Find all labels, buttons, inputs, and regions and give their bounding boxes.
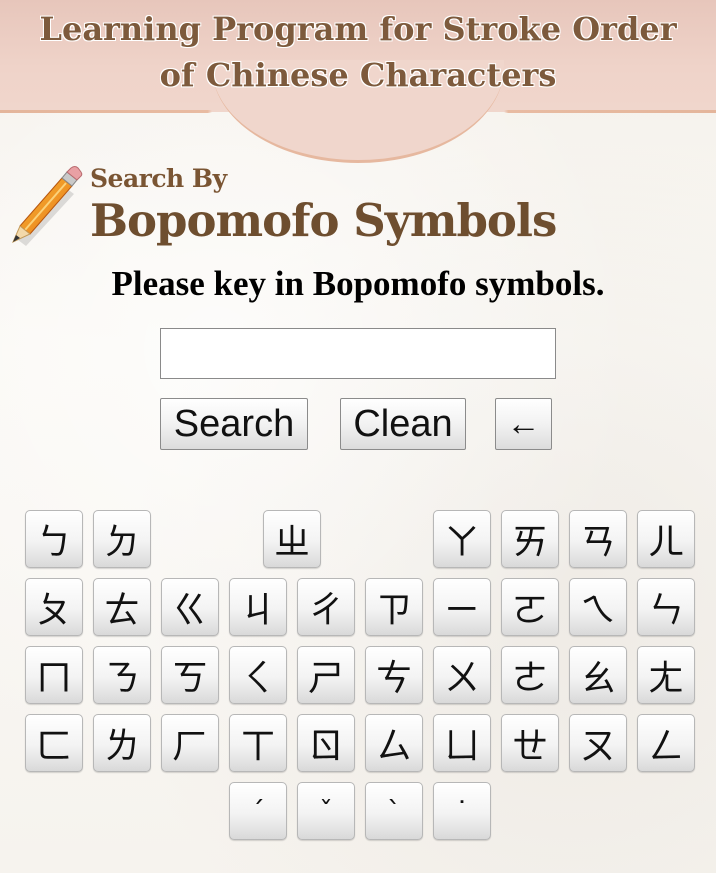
key-tone-2[interactable]: ˊ (229, 782, 287, 840)
bopomofo-input[interactable] (160, 328, 556, 379)
key-d[interactable]: ㄉ (93, 510, 151, 568)
search-by-label: Search By (90, 164, 227, 193)
key-n[interactable]: ㄋ (93, 646, 151, 704)
clean-button[interactable]: Clean (340, 398, 466, 450)
key-p[interactable]: ㄆ (25, 578, 83, 636)
key-tone-4[interactable]: ˋ (365, 782, 423, 840)
key-yu[interactable]: ㄩ (433, 714, 491, 772)
key-b[interactable]: ㄅ (25, 510, 83, 568)
key-s[interactable]: ㄙ (365, 714, 423, 772)
key-an[interactable]: ㄢ (569, 510, 627, 568)
key-l[interactable]: ㄌ (93, 714, 151, 772)
key-zh[interactable]: ㄓ (263, 510, 321, 568)
page-title-line-1: Learning Program for Stroke Order (39, 10, 677, 48)
key-ou[interactable]: ㄡ (569, 714, 627, 772)
key-r[interactable]: ㄖ (297, 714, 355, 772)
key-ang[interactable]: ㄤ (637, 646, 695, 704)
backspace-button[interactable]: ← (495, 398, 552, 450)
key-tone-3[interactable]: ˇ (297, 782, 355, 840)
key-eh[interactable]: ㄝ (501, 714, 559, 772)
key-t[interactable]: ㄊ (93, 578, 151, 636)
key-g[interactable]: ㄍ (161, 578, 219, 636)
key-f[interactable]: ㄈ (25, 714, 83, 772)
key-tone-neutral[interactable]: ˙ (433, 782, 491, 840)
key-en[interactable]: ㄣ (637, 578, 695, 636)
key-er[interactable]: ㄦ (637, 510, 695, 568)
key-e[interactable]: ㄜ (501, 646, 559, 704)
key-c[interactable]: ㄘ (365, 646, 423, 704)
key-z[interactable]: ㄗ (365, 578, 423, 636)
key-x[interactable]: ㄒ (229, 714, 287, 772)
instruction-text: Please key in Bopomofo symbols. (111, 264, 605, 303)
key-ch[interactable]: ㄔ (297, 578, 355, 636)
page-title-line-2: of Chinese Characters (159, 56, 557, 94)
key-ei[interactable]: ㄟ (569, 578, 627, 636)
key-u[interactable]: ㄨ (433, 646, 491, 704)
key-sh[interactable]: ㄕ (297, 646, 355, 704)
key-m[interactable]: ㄇ (25, 646, 83, 704)
key-a[interactable]: ㄚ (433, 510, 491, 568)
search-button[interactable]: Search (160, 398, 308, 450)
page-title: Learning Program for Stroke Order of Chi… (0, 6, 716, 98)
key-ao[interactable]: ㄠ (569, 646, 627, 704)
key-eng[interactable]: ㄥ (637, 714, 695, 772)
key-o[interactable]: ㄛ (501, 578, 559, 636)
key-i[interactable]: ㄧ (433, 578, 491, 636)
key-k[interactable]: ㄎ (161, 646, 219, 704)
key-ai[interactable]: ㄞ (501, 510, 559, 568)
key-h[interactable]: ㄏ (161, 714, 219, 772)
section-title: Bopomofo Symbols (90, 194, 557, 247)
pencil-icon (12, 166, 83, 246)
key-j[interactable]: ㄐ (229, 578, 287, 636)
key-q[interactable]: ㄑ (229, 646, 287, 704)
header-divider (0, 110, 716, 113)
